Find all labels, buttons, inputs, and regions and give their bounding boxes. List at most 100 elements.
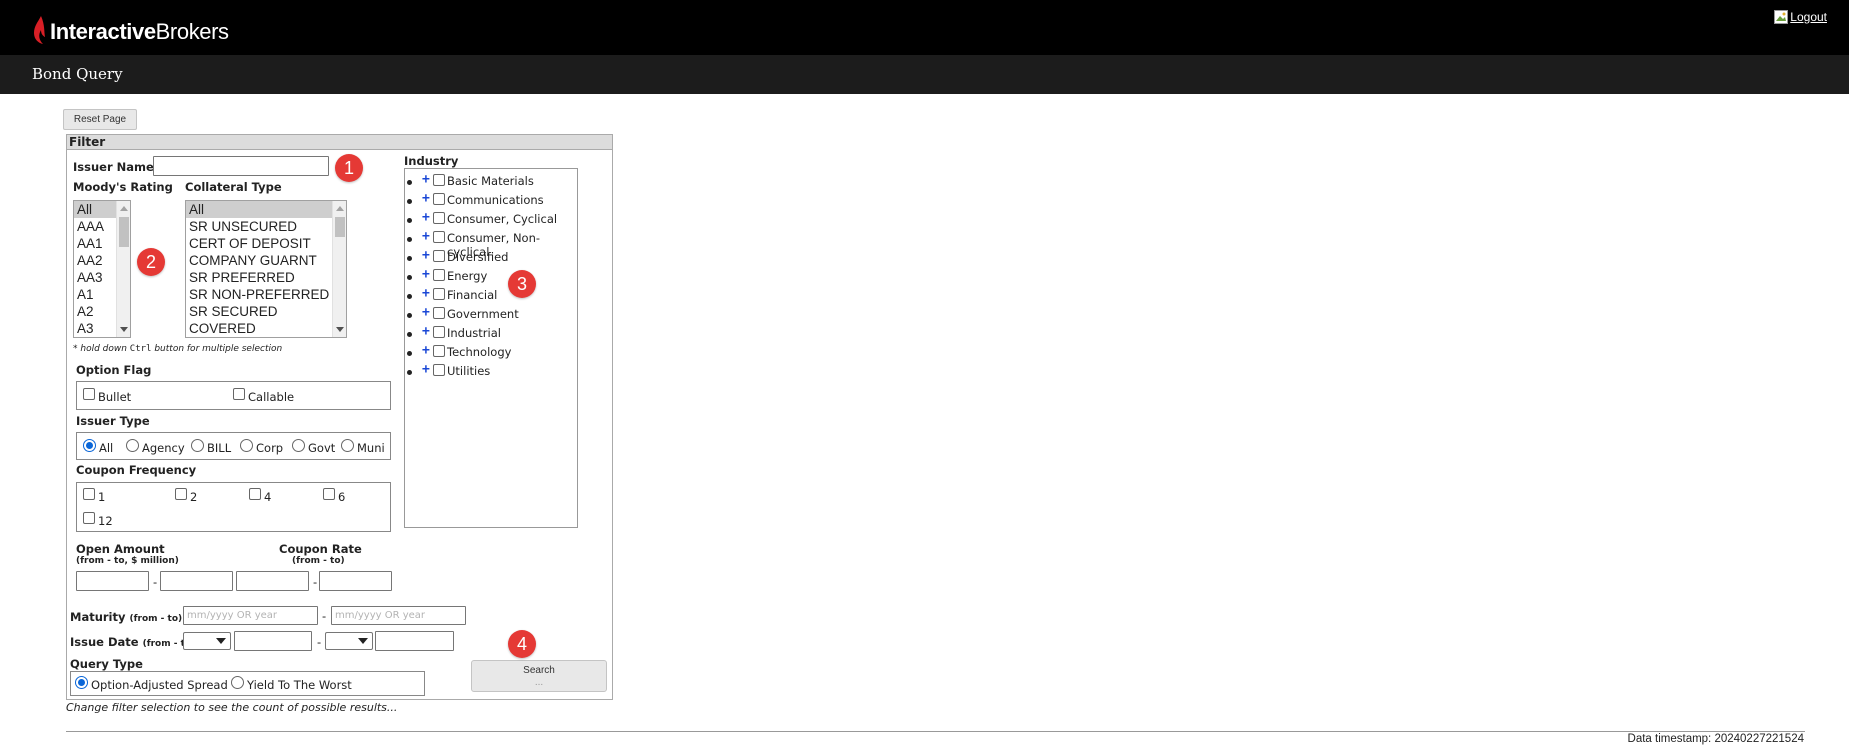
logout-link[interactable]: Logout	[1773, 9, 1827, 25]
expand-plus-icon[interactable]: +	[422, 362, 430, 377]
brand-prefix: Interactive	[50, 19, 156, 44]
expand-plus-icon[interactable]: +	[422, 229, 430, 244]
coupon-4-checkbox[interactable]	[249, 488, 261, 500]
industry-checkbox[interactable]	[433, 174, 445, 186]
expand-plus-icon[interactable]: +	[422, 286, 430, 301]
industry-item[interactable]: + Basic Materials	[405, 172, 579, 189]
collateral-option[interactable]: COVERED	[186, 320, 346, 337]
issue-date-from-select[interactable]	[183, 632, 231, 650]
issue-date-to-select[interactable]	[325, 632, 373, 650]
scroll-down-icon[interactable]	[120, 327, 128, 332]
industry-item-label: Technology	[447, 345, 512, 359]
scroll-down-icon[interactable]	[336, 327, 344, 332]
industry-item[interactable]: + Government	[405, 305, 579, 322]
expand-plus-icon[interactable]: +	[422, 172, 430, 187]
coupon-2-checkbox[interactable]	[175, 488, 187, 500]
collateral-scrollbar[interactable]	[332, 201, 346, 337]
search-sub: ...	[534, 677, 544, 688]
coupon-frequency-group: 1 2 4 6 12	[76, 482, 391, 532]
industry-item[interactable]: + Utilities	[405, 362, 579, 379]
moodys-rating-listbox[interactable]: All AAA AA1 AA2 AA3 A1 A2 A3	[73, 200, 131, 338]
search-button[interactable]: Search ...	[471, 660, 607, 692]
industry-item[interactable]: + Industrial	[405, 324, 579, 341]
collateral-option[interactable]: SR PREFERRED	[186, 269, 346, 286]
range-separator: -	[317, 635, 322, 649]
industry-checkbox[interactable]	[433, 269, 445, 281]
issuer-type-muni-radio[interactable]	[341, 439, 354, 452]
collateral-option[interactable]: All	[186, 201, 346, 218]
industry-checkbox[interactable]	[433, 250, 445, 262]
brand-logo[interactable]: InteractiveBrokers	[32, 13, 229, 45]
industry-checkbox[interactable]	[433, 193, 445, 205]
collateral-option[interactable]: SR NON-PREFERRED	[186, 286, 346, 303]
industry-item[interactable]: + Technology	[405, 343, 579, 360]
open-amount-sub: (from - to, $ million)	[76, 556, 179, 566]
open-amount-from-input[interactable]	[76, 571, 149, 591]
issuer-name-label: Issuer Name	[73, 160, 154, 174]
industry-item[interactable]: + Financial	[405, 286, 579, 303]
scroll-thumb[interactable]	[335, 217, 345, 237]
chevron-down-icon	[216, 638, 226, 644]
industry-checkbox[interactable]	[433, 345, 445, 357]
collateral-type-listbox[interactable]: All SR UNSECURED CERT OF DEPOSIT COMPANY…	[185, 200, 347, 338]
issuer-type-bill-radio[interactable]	[191, 439, 204, 452]
bullet-icon	[407, 313, 412, 318]
industry-checkbox[interactable]	[433, 326, 445, 338]
coupon-6-checkbox[interactable]	[323, 488, 335, 500]
industry-checkbox[interactable]	[433, 231, 445, 243]
issuer-type-agency-radio[interactable]	[126, 439, 139, 452]
industry-item[interactable]: + Consumer, Cyclical	[405, 210, 579, 227]
issuer-type-govt-radio[interactable]	[292, 439, 305, 452]
issuer-name-input[interactable]	[153, 156, 329, 176]
coupon-12-checkbox[interactable]	[83, 512, 95, 524]
industry-checkbox[interactable]	[433, 307, 445, 319]
collateral-option[interactable]: COMPANY GUARNT	[186, 252, 346, 269]
collateral-option[interactable]: SR UNSECURED	[186, 218, 346, 235]
industry-item[interactable]: + Consumer, Non-cyclical	[405, 229, 579, 259]
scroll-up-icon[interactable]	[120, 206, 128, 211]
query-type-ytw-label: Yield To The Worst	[247, 678, 352, 692]
collateral-option[interactable]: CERT OF DEPOSIT	[186, 235, 346, 252]
scroll-thumb[interactable]	[119, 217, 129, 247]
collateral-option[interactable]: SR SECURED	[186, 303, 346, 320]
expand-plus-icon[interactable]: +	[422, 210, 430, 225]
search-label: Search	[523, 665, 555, 676]
callable-checkbox[interactable]	[233, 388, 245, 400]
expand-plus-icon[interactable]: +	[422, 324, 430, 339]
issuer-type-label: Issuer Type	[76, 414, 150, 428]
expand-plus-icon[interactable]: +	[422, 305, 430, 320]
industry-checkbox[interactable]	[433, 288, 445, 300]
scroll-up-icon[interactable]	[336, 206, 344, 211]
industry-checkbox[interactable]	[433, 212, 445, 224]
maturity-label: Maturity (from - to)	[70, 610, 183, 624]
industry-item-label: Industrial	[447, 326, 501, 340]
maturity-to-input[interactable]: mm/yyyy OR year	[331, 606, 466, 625]
issuer-type-all-radio[interactable]	[83, 439, 96, 452]
industry-item[interactable]: + Diversified	[405, 248, 579, 265]
expand-plus-icon[interactable]: +	[422, 191, 430, 206]
expand-plus-icon[interactable]: +	[422, 248, 430, 263]
issuer-type-corp-radio[interactable]	[240, 439, 253, 452]
industry-item[interactable]: + Energy	[405, 267, 579, 284]
industry-checkbox[interactable]	[433, 364, 445, 376]
range-separator: -	[322, 609, 327, 623]
query-type-oas-radio[interactable]	[75, 676, 88, 689]
coupon-1-checkbox[interactable]	[83, 488, 95, 500]
bullet-icon	[407, 294, 412, 299]
industry-item[interactable]: + Communications	[405, 191, 579, 208]
industry-label: Industry	[404, 154, 459, 168]
expand-plus-icon[interactable]: +	[422, 343, 430, 358]
moodys-scrollbar[interactable]	[116, 201, 130, 337]
issue-date-to-input[interactable]	[375, 631, 454, 651]
open-amount-to-input[interactable]	[160, 571, 233, 591]
reset-page-button[interactable]: Reset Page	[63, 109, 137, 130]
issue-date-from-input[interactable]	[234, 631, 312, 651]
broken-image-icon	[1774, 10, 1789, 24]
query-type-ytw-radio[interactable]	[231, 676, 244, 689]
coupon-rate-from-input[interactable]	[236, 571, 309, 591]
maturity-from-input[interactable]: mm/yyyy OR year	[183, 606, 318, 625]
brand-flame-icon	[34, 16, 45, 44]
bullet-checkbox[interactable]	[83, 388, 95, 400]
expand-plus-icon[interactable]: +	[422, 267, 430, 282]
coupon-rate-to-input[interactable]	[319, 571, 392, 591]
